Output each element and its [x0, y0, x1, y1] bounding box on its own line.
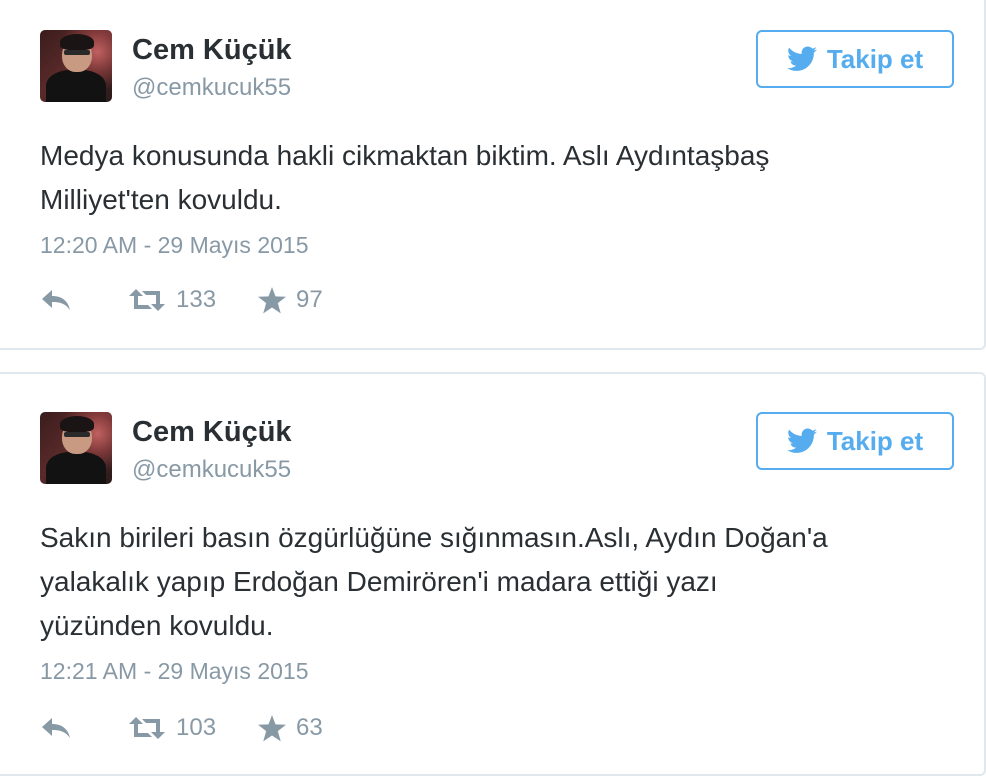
tweet-text-line: yalakalık yapıp Erdoğan Demirören'i mada… [40, 566, 718, 597]
avatar[interactable] [40, 412, 112, 484]
twitter-bird-icon [786, 428, 817, 453]
star-icon [258, 714, 287, 741]
tweet-text-line: Milliyet'ten kovuldu. [40, 184, 282, 215]
reply-button[interactable] [40, 288, 76, 312]
tweet-timestamp[interactable]: 12:20 AM - 29 Mayıs 2015 [40, 232, 309, 259]
avatar[interactable] [40, 30, 112, 102]
retweet-icon [129, 717, 165, 739]
tweet-card: Cem Küçük @cemkucuk55 Takip et Medya kon… [0, 0, 986, 350]
tweet-actions: 133 97 [40, 282, 323, 318]
favorite-button[interactable]: 63 [258, 714, 323, 742]
retweet-count: 103 [176, 714, 217, 741]
reply-icon [42, 290, 70, 310]
favorite-count: 97 [296, 286, 323, 313]
retweet-count: 133 [176, 286, 217, 313]
tweet-text-line: Sakın birileri basın özgürlüğüne sığınma… [40, 522, 828, 553]
star-icon [258, 286, 287, 313]
retweet-icon [129, 289, 165, 311]
reply-icon [42, 718, 70, 738]
tweet-timestamp[interactable]: 12:21 AM - 29 Mayıs 2015 [40, 658, 309, 685]
retweet-button[interactable]: 103 [128, 714, 216, 742]
user-name[interactable]: Cem Küçük [132, 416, 292, 449]
tweet-actions: 103 63 [40, 710, 323, 746]
follow-label: Takip et [826, 425, 924, 456]
user-name[interactable]: Cem Küçük [132, 34, 292, 67]
tweet-text: Medya konusunda hakli cikmaktan biktim. … [40, 134, 940, 222]
follow-button[interactable]: Takip et [756, 30, 954, 88]
favorite-count: 63 [296, 714, 323, 741]
tweet-text: Sakın birileri basın özgürlüğüne sığınma… [40, 516, 940, 648]
user-handle[interactable]: @cemkucuk55 [132, 74, 291, 102]
follow-button[interactable]: Takip et [756, 412, 954, 470]
reply-button[interactable] [40, 716, 76, 740]
retweet-button[interactable]: 133 [128, 286, 216, 314]
twitter-bird-icon [786, 46, 817, 71]
favorite-button[interactable]: 97 [258, 286, 323, 314]
tweet-text-line: yüzünden kovuldu. [40, 610, 274, 641]
tweet-card: Cem Küçük @cemkucuk55 Takip et Sakın bir… [0, 372, 986, 776]
user-handle[interactable]: @cemkucuk55 [132, 456, 291, 484]
tweet-text-line: Medya konusunda hakli cikmaktan biktim. … [40, 140, 770, 171]
follow-label: Takip et [826, 43, 924, 74]
